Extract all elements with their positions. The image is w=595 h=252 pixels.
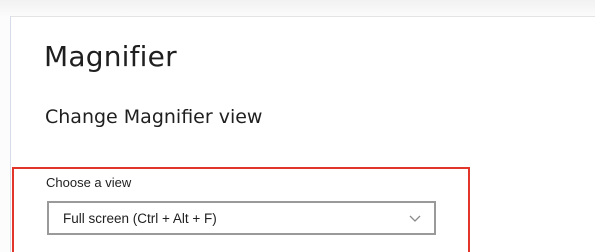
view-dropdown[interactable]: Full screen (Ctrl + Alt + F) xyxy=(47,201,436,235)
window-top-edge xyxy=(0,0,595,17)
section-title: Change Magnifier view xyxy=(45,106,263,128)
nav-pane-edge xyxy=(0,16,11,252)
view-dropdown-value: Full screen (Ctrl + Alt + F) xyxy=(63,210,217,226)
chevron-down-icon xyxy=(408,213,422,223)
choose-view-label: Choose a view xyxy=(46,175,132,190)
page-title: Magnifier xyxy=(44,40,177,73)
magnifier-settings-page: Magnifier Change Magnifier view Choose a… xyxy=(0,0,595,252)
